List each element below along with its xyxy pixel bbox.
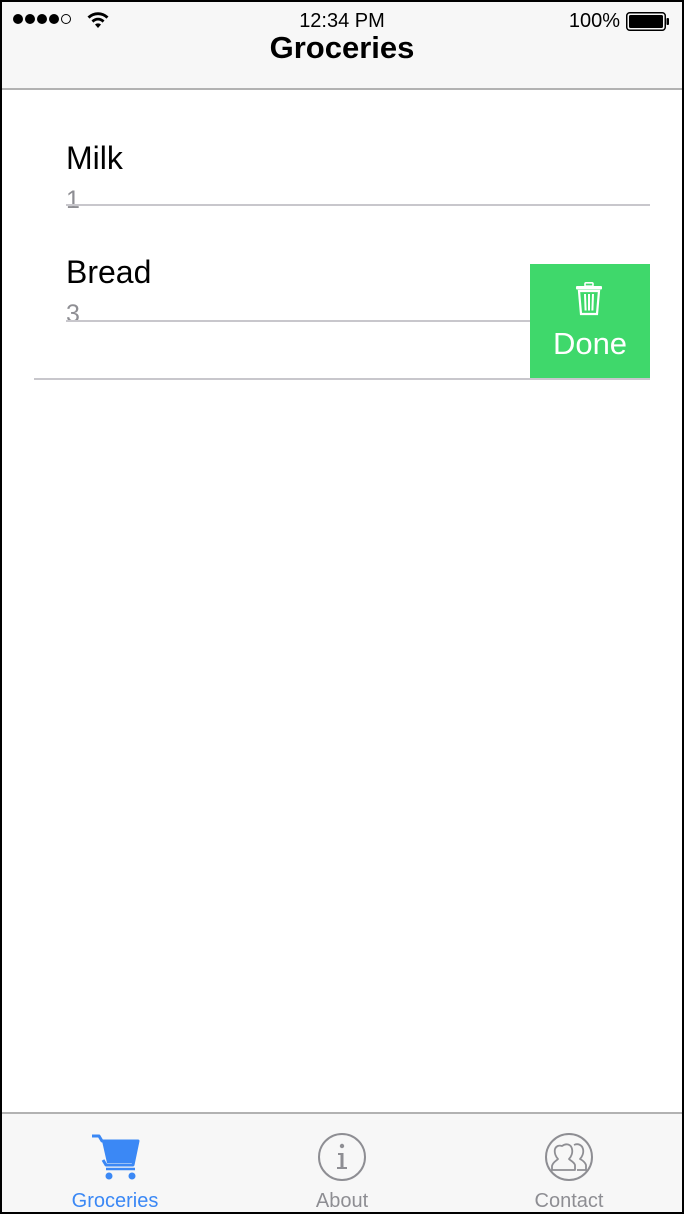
tab-groceries[interactable]: Groceries bbox=[2, 1114, 228, 1212]
page-title: Groceries bbox=[269, 30, 415, 65]
tab-bar: Groceries About Contact bbox=[2, 1112, 682, 1212]
done-button[interactable]: Done bbox=[530, 264, 650, 378]
tab-about[interactable]: About bbox=[229, 1114, 455, 1212]
tab-label: Groceries bbox=[71, 1190, 159, 1212]
tab-label: About bbox=[315, 1190, 369, 1212]
swiped-list-item[interactable]: Done bbox=[2, 264, 682, 380]
row-divider bbox=[34, 378, 650, 380]
contacts-icon bbox=[545, 1133, 593, 1181]
battery-icon bbox=[626, 12, 669, 31]
tab-contact[interactable]: Contact bbox=[456, 1114, 682, 1212]
done-button-label: Done bbox=[552, 326, 628, 361]
navigation-bar: 12:34 PM 100% Groceries bbox=[2, 2, 682, 90]
item-name: Milk bbox=[66, 140, 123, 176]
trash-icon bbox=[576, 282, 602, 316]
app-screen: 12:34 PM 100% Groceries Milk 1 Bread 3 D… bbox=[2, 2, 682, 1212]
cart-icon bbox=[92, 1134, 140, 1180]
list-item[interactable]: Milk 1 bbox=[2, 90, 682, 214]
tab-label: Contact bbox=[534, 1190, 604, 1212]
info-icon bbox=[318, 1133, 366, 1181]
